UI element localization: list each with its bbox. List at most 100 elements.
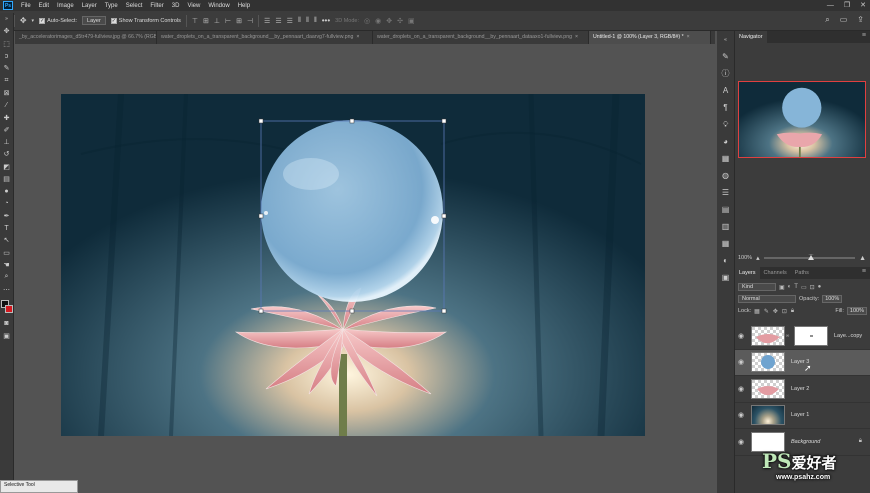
filter-toggle-icon[interactable]: ● <box>818 284 822 290</box>
lock-all-icon[interactable]: 🔒︎ <box>791 308 794 315</box>
align-vcenter-icon[interactable]: ⊞ <box>203 17 209 25</box>
close-window-button[interactable]: ✕ <box>860 0 866 11</box>
quick-mask-icon[interactable]: ◙ <box>0 318 13 330</box>
kind-filter-dropdown[interactable]: Kind <box>738 283 776 291</box>
align-top-icon[interactable]: ⊤ <box>192 17 198 25</box>
lasso-tool-icon[interactable]: ↄ <box>0 50 13 62</box>
lock-image-icon[interactable]: ✎ <box>764 308 769 315</box>
background-color-swatch[interactable] <box>5 304 13 313</box>
hand-tool-icon[interactable]: ☚ <box>0 259 13 271</box>
menu-select[interactable]: Select <box>122 3 147 9</box>
zoom-slider[interactable] <box>763 254 856 260</box>
layer-name[interactable]: Laye...copy <box>834 333 862 339</box>
info-icon[interactable]: ⓘ <box>717 65 734 82</box>
menu-3d[interactable]: 3D <box>168 3 184 9</box>
menu-filter[interactable]: Filter <box>146 3 167 9</box>
3d-slide-icon[interactable]: ✣ <box>397 17 403 25</box>
channels-icon[interactable]: ◐ <box>717 252 734 269</box>
zoom-tool-icon[interactable]: ⌕ <box>0 271 13 283</box>
zoom-level[interactable]: 100% <box>738 255 752 261</box>
eyedropper-tool-icon[interactable]: ⁄ <box>0 99 13 111</box>
tab-document-1[interactable]: _by_acceleratorimages_d5tr479-fullview.j… <box>15 31 157 44</box>
auto-select-checkbox[interactable]: ✓ Auto-Select: <box>39 17 77 24</box>
3d-roll-icon[interactable]: ◉ <box>375 17 381 25</box>
zoom-in-icon[interactable]: ▲ <box>859 255 866 262</box>
visibility-eye-icon[interactable]: ◉ <box>735 332 747 340</box>
swatches-icon[interactable]: ▦ <box>717 150 734 167</box>
layer-mask-thumbnail[interactable] <box>794 325 828 346</box>
tab-paths[interactable]: Paths <box>791 267 813 279</box>
selective-tool-window[interactable]: Selective Tool <box>0 480 78 493</box>
3d-scale-icon[interactable]: ▣ <box>408 17 415 25</box>
paragraph-icon[interactable]: ¶ <box>717 99 734 116</box>
type-filter-icon[interactable]: T <box>794 284 798 290</box>
more-options-button[interactable]: ••• <box>322 16 330 25</box>
align-hcenter-icon[interactable]: ⊞ <box>236 17 242 25</box>
share-icon[interactable]: ⇪ <box>857 15 864 25</box>
align-bottom-icon[interactable]: ⊥ <box>214 17 220 25</box>
layer-row-layer-1[interactable]: ◉ Layer 1 <box>735 403 870 429</box>
layer-row-layer-3[interactable]: ◉ Layer 3 <box>735 349 870 376</box>
smart-object-filter-icon[interactable]: ⊡ <box>810 284 815 291</box>
opacity-input[interactable]: 100% <box>822 295 843 303</box>
link-icon[interactable]: ∞ <box>785 333 790 339</box>
move-tool-icon[interactable]: ✥ <box>20 16 27 25</box>
clone-stamp-tool-icon[interactable]: ⊥ <box>0 136 13 148</box>
color-icon[interactable]: ◕ <box>717 133 734 150</box>
zoom-slider-handle[interactable] <box>807 254 814 260</box>
panel-menu-icon[interactable]: ≡ <box>862 32 866 39</box>
visibility-eye-icon[interactable]: ◉ <box>735 385 747 393</box>
chevron-down-icon[interactable]: ▾ <box>32 18 35 24</box>
adjustment-filter-icon[interactable]: ◐ <box>788 284 792 290</box>
move-tool-icon[interactable]: ✥ <box>0 25 13 37</box>
libraries-icon[interactable]: ◍ <box>717 167 734 184</box>
layer-name[interactable]: Layer 1 <box>791 412 809 418</box>
layer-row-layer-copy[interactable]: ◉ ∞ Laye...copy <box>735 323 870 350</box>
expand-panels-icon[interactable]: « <box>717 31 734 48</box>
screen-mode-icon[interactable]: ▣ <box>0 330 13 342</box>
layer-name[interactable]: Layer 2 <box>791 386 809 392</box>
distribute-left-icon[interactable]: ⫴ <box>298 17 301 25</box>
more-tools-icon[interactable]: ⋯ <box>0 284 13 296</box>
gradient-tool-icon[interactable]: ▤ <box>0 173 13 185</box>
dodge-tool-icon[interactable]: ◔ <box>0 197 13 209</box>
blend-mode-dropdown[interactable]: Normal <box>738 295 796 303</box>
pen-tool-icon[interactable]: ✒ <box>0 210 13 222</box>
tab-channels[interactable]: Channels <box>760 267 791 279</box>
tab-navigator[interactable]: Navigator <box>735 31 767 43</box>
collapse-icon[interactable]: » <box>0 13 13 25</box>
menu-window[interactable]: Window <box>204 3 233 9</box>
marquee-tool-icon[interactable]: ⬚ <box>0 38 13 50</box>
history-brush-tool-icon[interactable]: ↺ <box>0 148 13 160</box>
quick-select-tool-icon[interactable]: ✎ <box>0 62 13 74</box>
frame-tool-icon[interactable]: ⊠ <box>0 87 13 99</box>
distribute-hcenter-icon[interactable]: ⫴ <box>306 17 309 25</box>
eraser-tool-icon[interactable]: ◩ <box>0 161 13 173</box>
character-icon[interactable]: A <box>717 82 734 99</box>
align-right-icon[interactable]: ⊣ <box>247 17 253 25</box>
close-icon[interactable]: × <box>575 31 578 44</box>
align-left-icon[interactable]: ⊢ <box>225 17 231 25</box>
close-icon[interactable]: × <box>356 31 359 44</box>
distribute-vcenter-icon[interactable]: ☰ <box>275 17 281 25</box>
search-icon[interactable]: ⌕ <box>825 15 829 25</box>
maximize-button[interactable]: ❐ <box>844 0 850 11</box>
panel-menu-icon[interactable]: ≡ <box>862 268 866 275</box>
minimize-button[interactable]: — <box>827 0 834 11</box>
layer-row-layer-2[interactable]: ◉ Layer 2 <box>735 376 870 403</box>
3d-pan-icon[interactable]: ✥ <box>386 17 392 25</box>
fill-input[interactable]: 100% <box>846 307 867 315</box>
actions-icon[interactable]: ▣ <box>717 269 734 286</box>
menu-image[interactable]: Image <box>53 3 78 9</box>
history-icon[interactable]: ▦ <box>717 235 734 252</box>
visibility-eye-icon[interactable]: ◉ <box>735 411 747 419</box>
crop-tool-icon[interactable]: ⌗ <box>0 74 13 86</box>
adjustments-icon[interactable]: ☰ <box>717 184 734 201</box>
zoom-out-icon[interactable]: ▴ <box>756 254 760 262</box>
path-select-tool-icon[interactable]: ↖ <box>0 234 13 246</box>
distribute-right-icon[interactable]: ⫴ <box>314 17 317 25</box>
navigator-preview[interactable] <box>738 81 866 158</box>
menu-view[interactable]: View <box>183 3 204 9</box>
menu-file[interactable]: File <box>17 3 35 9</box>
close-icon[interactable]: × <box>687 31 690 44</box>
